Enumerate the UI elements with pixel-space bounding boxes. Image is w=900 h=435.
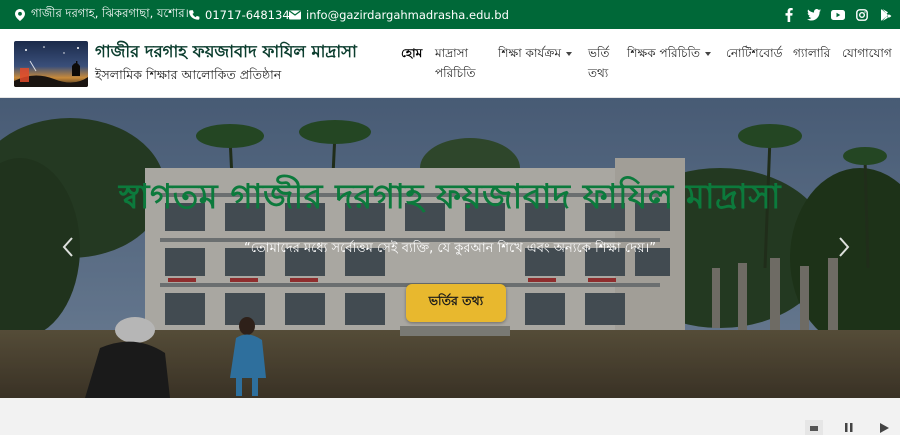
nav-home[interactable]: হোম (401, 43, 422, 63)
phone-icon (188, 9, 200, 21)
caret-down-icon (566, 51, 573, 56)
top-contact-bar: গাজীর দরগাহ, ঝিকরগাছা, যশোর। 01717-64813… (0, 0, 900, 29)
pause-icon (845, 423, 853, 432)
nav-about-line1: মাদ্রাসা (435, 46, 469, 60)
site-title[interactable]: গাজীর দরগাহ ফয়জাবাদ ফাযিল মাদ্রাসা (95, 39, 357, 66)
site-tagline: ইসলামিক শিক্ষার আলোকিত প্রতিষ্ঠান (95, 67, 282, 82)
instagram-icon[interactable] (855, 8, 869, 22)
caret-down-icon (705, 51, 711, 56)
nav-contact[interactable]: যোগাযোগ (842, 43, 892, 63)
site-header: গাজীর দরগাহ ফয়জাবাদ ফাযিল মাদ্রাসা ইসলা… (0, 29, 900, 98)
stop-icon (810, 425, 818, 431)
hero-title: স্বাগতম গাজীর দরগাহ ফয়জাবাদ ফাযিল মাদ্র… (118, 177, 782, 217)
nav-about[interactable]: মাদ্রাসা পরিচিতি (435, 43, 476, 83)
facebook-icon[interactable] (782, 7, 796, 22)
chevron-right-icon (839, 237, 850, 257)
social-links (782, 0, 893, 29)
play-icon (879, 422, 889, 433)
phone-text: 01717-648134 (205, 7, 290, 22)
nav-teachers[interactable]: শিক্ষক পরিচিতি (627, 43, 711, 63)
hero-quote: “তোমাদের মধ্যে সর্বোত্তম সেই ব্যক্তি, যে… (244, 241, 656, 256)
media-control-box[interactable] (805, 420, 823, 435)
address-text: গাজীর দরগাহ, ঝিকরগাছা, যশোর। (31, 6, 189, 20)
email-info[interactable]: info@gazirdargahmadrasha.edu.bd (289, 0, 509, 29)
slider-next-button[interactable] (837, 235, 851, 259)
hero-slider[interactable]: স্বাগতম গাজীর দরগাহ ফয়জাবাদ ফাযিল মাদ্র… (0, 98, 900, 398)
nav-admission-line1: ভর্তি (588, 46, 610, 60)
admission-info-button[interactable]: ভর্তির তথ্য (406, 284, 506, 322)
nav-admission-line2: তথ্য (588, 66, 609, 80)
email-text: info@gazirdargahmadrasha.edu.bd (306, 7, 509, 22)
chevron-left-icon (62, 237, 73, 257)
address-info: গাজীর দরগাহ, ঝিকরগাছা, যশোর। (14, 0, 189, 29)
youtube-icon[interactable] (831, 8, 845, 22)
envelope-icon (289, 9, 301, 21)
location-pin-icon (14, 8, 26, 21)
content-section-top (0, 398, 900, 435)
phone-info[interactable]: 01717-648134 (188, 0, 290, 29)
twitter-icon[interactable] (807, 8, 821, 22)
google-play-icon[interactable] (879, 8, 893, 22)
nav-about-line2: পরিচিতি (435, 66, 476, 80)
nav-admission[interactable]: ভর্তি তথ্য (588, 43, 609, 83)
nav-programs-label: শিক্ষা কার্যক্রম (498, 46, 562, 60)
pause-button[interactable] (843, 420, 855, 435)
site-logo[interactable] (14, 41, 88, 87)
nav-gallery[interactable]: গ্যালারি (793, 43, 830, 63)
play-button[interactable] (878, 420, 890, 435)
slider-prev-button[interactable] (61, 235, 75, 259)
nav-teachers-label: শিক্ষক পরিচিতি (627, 46, 700, 60)
nav-programs[interactable]: শিক্ষা কার্যক্রম (498, 43, 573, 63)
nav-notice[interactable]: নোটিশবোর্ড (726, 43, 782, 63)
